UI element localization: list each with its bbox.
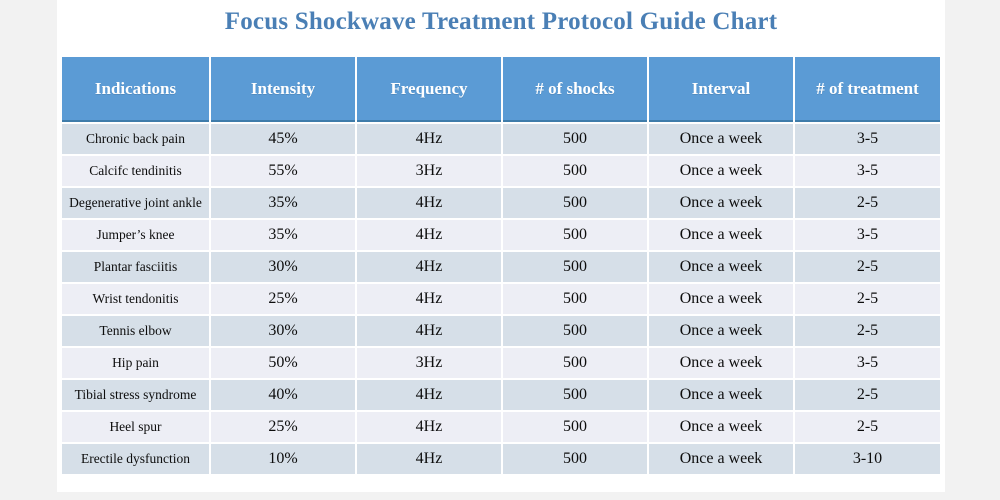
column-header-frequency: Frequency xyxy=(357,57,501,122)
column-header-intensity: Intensity xyxy=(211,57,355,122)
table-row: Erectile dysfunction 10% 4Hz 500 Once a … xyxy=(62,444,940,474)
cell-intensity: 45% xyxy=(211,124,355,154)
cell-intensity: 35% xyxy=(211,188,355,218)
cell-shocks: 500 xyxy=(503,380,647,410)
document-sheet: Focus Shockwave Treatment Protocol Guide… xyxy=(57,0,945,492)
cell-frequency: 4Hz xyxy=(357,124,501,154)
cell-frequency: 4Hz xyxy=(357,316,501,346)
cell-shocks: 500 xyxy=(503,156,647,186)
table-row: Tennis elbow 30% 4Hz 500 Once a week 2-5 xyxy=(62,316,940,346)
table-row: Tibial stress syndrome 40% 4Hz 500 Once … xyxy=(62,380,940,410)
table-row: Wrist tendonitis 25% 4Hz 500 Once a week… xyxy=(62,284,940,314)
cell-treatments: 3-5 xyxy=(795,156,940,186)
cell-indication: Wrist tendonitis xyxy=(62,284,209,314)
cell-shocks: 500 xyxy=(503,348,647,378)
table-row: Hip pain 50% 3Hz 500 Once a week 3-5 xyxy=(62,348,940,378)
cell-shocks: 500 xyxy=(503,220,647,250)
cell-interval: Once a week xyxy=(649,124,793,154)
cell-interval: Once a week xyxy=(649,380,793,410)
cell-interval: Once a week xyxy=(649,252,793,282)
cell-intensity: 40% xyxy=(211,380,355,410)
cell-treatments: 3-5 xyxy=(795,124,940,154)
cell-intensity: 30% xyxy=(211,316,355,346)
cell-treatments: 2-5 xyxy=(795,380,940,410)
cell-indication: Erectile dysfunction xyxy=(62,444,209,474)
cell-intensity: 30% xyxy=(211,252,355,282)
cell-interval: Once a week xyxy=(649,412,793,442)
cell-intensity: 50% xyxy=(211,348,355,378)
cell-shocks: 500 xyxy=(503,188,647,218)
cell-treatments: 3-10 xyxy=(795,444,940,474)
cell-shocks: 500 xyxy=(503,284,647,314)
cell-frequency: 4Hz xyxy=(357,188,501,218)
cell-frequency: 4Hz xyxy=(357,444,501,474)
cell-frequency: 3Hz xyxy=(357,156,501,186)
cell-shocks: 500 xyxy=(503,444,647,474)
cell-interval: Once a week xyxy=(649,156,793,186)
protocol-table-container: Indications Intensity Frequency # of sho… xyxy=(60,55,942,476)
table-row: Heel spur 25% 4Hz 500 Once a week 2-5 xyxy=(62,412,940,442)
column-header-indications: Indications xyxy=(62,57,209,122)
cell-indication: Hip pain xyxy=(62,348,209,378)
cell-treatments: 2-5 xyxy=(795,188,940,218)
table-row: Plantar fasciitis 30% 4Hz 500 Once a wee… xyxy=(62,252,940,282)
cell-interval: Once a week xyxy=(649,348,793,378)
cell-interval: Once a week xyxy=(649,444,793,474)
cell-interval: Once a week xyxy=(649,220,793,250)
table-header: Indications Intensity Frequency # of sho… xyxy=(62,57,940,122)
cell-frequency: 4Hz xyxy=(357,284,501,314)
cell-shocks: 500 xyxy=(503,252,647,282)
cell-indication: Tennis elbow xyxy=(62,316,209,346)
cell-intensity: 10% xyxy=(211,444,355,474)
cell-indication: Heel spur xyxy=(62,412,209,442)
cell-intensity: 25% xyxy=(211,284,355,314)
table-row: Calcifc tendinitis 55% 3Hz 500 Once a we… xyxy=(62,156,940,186)
cell-treatments: 3-5 xyxy=(795,220,940,250)
cell-treatments: 2-5 xyxy=(795,316,940,346)
protocol-table: Indications Intensity Frequency # of sho… xyxy=(60,55,942,476)
cell-treatments: 2-5 xyxy=(795,412,940,442)
table-row: Degenerative joint ankle 35% 4Hz 500 Onc… xyxy=(62,188,940,218)
cell-indication: Tibial stress syndrome xyxy=(62,380,209,410)
cell-shocks: 500 xyxy=(503,412,647,442)
column-header-treatments: # of treatment xyxy=(795,57,940,122)
cell-interval: Once a week xyxy=(649,284,793,314)
table-row: Jumper’s knee 35% 4Hz 500 Once a week 3-… xyxy=(62,220,940,250)
cell-intensity: 55% xyxy=(211,156,355,186)
table-row: Chronic back pain 45% 4Hz 500 Once a wee… xyxy=(62,124,940,154)
cell-intensity: 35% xyxy=(211,220,355,250)
cell-frequency: 4Hz xyxy=(357,220,501,250)
cell-frequency: 4Hz xyxy=(357,380,501,410)
cell-interval: Once a week xyxy=(649,316,793,346)
cell-frequency: 4Hz xyxy=(357,412,501,442)
cell-indication: Degenerative joint ankle xyxy=(62,188,209,218)
page-title: Focus Shockwave Treatment Protocol Guide… xyxy=(224,8,778,35)
cell-intensity: 25% xyxy=(211,412,355,442)
column-header-interval: Interval xyxy=(649,57,793,122)
cell-frequency: 3Hz xyxy=(357,348,501,378)
column-header-shocks: # of shocks xyxy=(503,57,647,122)
cell-treatments: 2-5 xyxy=(795,252,940,282)
page-canvas: Focus Shockwave Treatment Protocol Guide… xyxy=(0,0,1000,500)
cell-indication: Plantar fasciitis xyxy=(62,252,209,282)
cell-treatments: 2-5 xyxy=(795,284,940,314)
cell-indication: Jumper’s knee xyxy=(62,220,209,250)
table-body: Chronic back pain 45% 4Hz 500 Once a wee… xyxy=(62,124,940,474)
cell-frequency: 4Hz xyxy=(357,252,501,282)
cell-indication: Calcifc tendinitis xyxy=(62,156,209,186)
cell-indication: Chronic back pain xyxy=(62,124,209,154)
cell-interval: Once a week xyxy=(649,188,793,218)
cell-shocks: 500 xyxy=(503,316,647,346)
cell-shocks: 500 xyxy=(503,124,647,154)
cell-treatments: 3-5 xyxy=(795,348,940,378)
table-header-row: Indications Intensity Frequency # of sho… xyxy=(62,57,940,122)
